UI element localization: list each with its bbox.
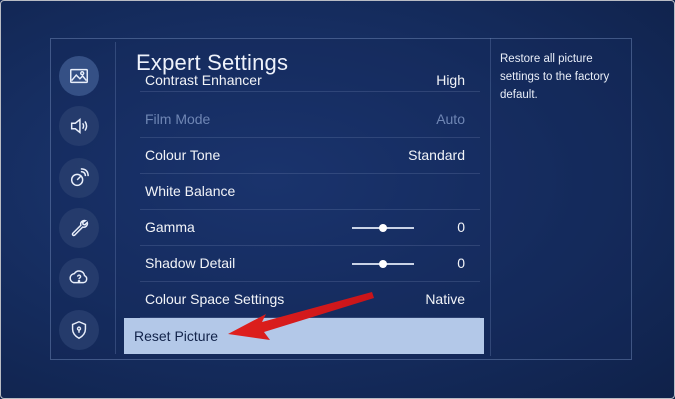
sound-icon: [70, 118, 88, 134]
menu-item-label: Gamma: [145, 219, 195, 235]
menu-item-label: Colour Tone: [145, 147, 221, 163]
menu-item-label: White Balance: [145, 183, 236, 199]
annotation-arrow-icon: [228, 292, 374, 340]
menu-item-gamma[interactable]: Gamma 0: [140, 209, 480, 246]
menu-item-value: Standard: [408, 147, 465, 163]
menu-item-film-mode: Film Mode Auto: [140, 101, 480, 138]
description-text: Restore all picture settings to the fact…: [500, 53, 610, 101]
rail-item-sound[interactable]: [59, 106, 99, 146]
menu-item-value: 0: [457, 219, 465, 235]
gamma-slider[interactable]: [352, 224, 414, 232]
rail-item-privacy[interactable]: [59, 310, 99, 350]
menu-item-label: Reset Picture: [134, 328, 219, 344]
menu-item-value: High: [436, 72, 465, 88]
picture-icon: [70, 68, 88, 84]
rail-item-general[interactable]: [59, 208, 99, 248]
menu-item-label: Shadow Detail: [145, 255, 236, 271]
menu-item-white-balance[interactable]: White Balance: [140, 173, 480, 210]
slider-knob[interactable]: [379, 260, 387, 268]
rail-item-support[interactable]: [59, 258, 99, 298]
menu-item-label: Film Mode: [145, 111, 211, 127]
page-title: Expert Settings: [136, 50, 289, 75]
wrench-icon: [71, 219, 89, 237]
shadow-detail-slider[interactable]: [352, 260, 414, 268]
rail-item-picture[interactable]: [59, 56, 99, 96]
menu-item-value: 0: [457, 255, 465, 271]
menu-item-value: Auto: [436, 111, 465, 127]
slider-knob[interactable]: [379, 224, 387, 232]
menu-item-colour-tone[interactable]: Colour Tone Standard: [140, 137, 480, 174]
privacy-shield-icon: [71, 320, 87, 340]
broadcast-icon: [70, 168, 89, 187]
menu-item-value: Native: [425, 291, 465, 307]
rail-item-broadcasting[interactable]: [59, 158, 99, 198]
category-rail: [55, 48, 111, 350]
support-icon: [69, 270, 88, 284]
menu-item-shadow-detail[interactable]: Shadow Detail 0: [140, 245, 480, 282]
rail-divider: [115, 42, 116, 354]
description-pane: Restore all picture settings to the fact…: [490, 38, 629, 356]
